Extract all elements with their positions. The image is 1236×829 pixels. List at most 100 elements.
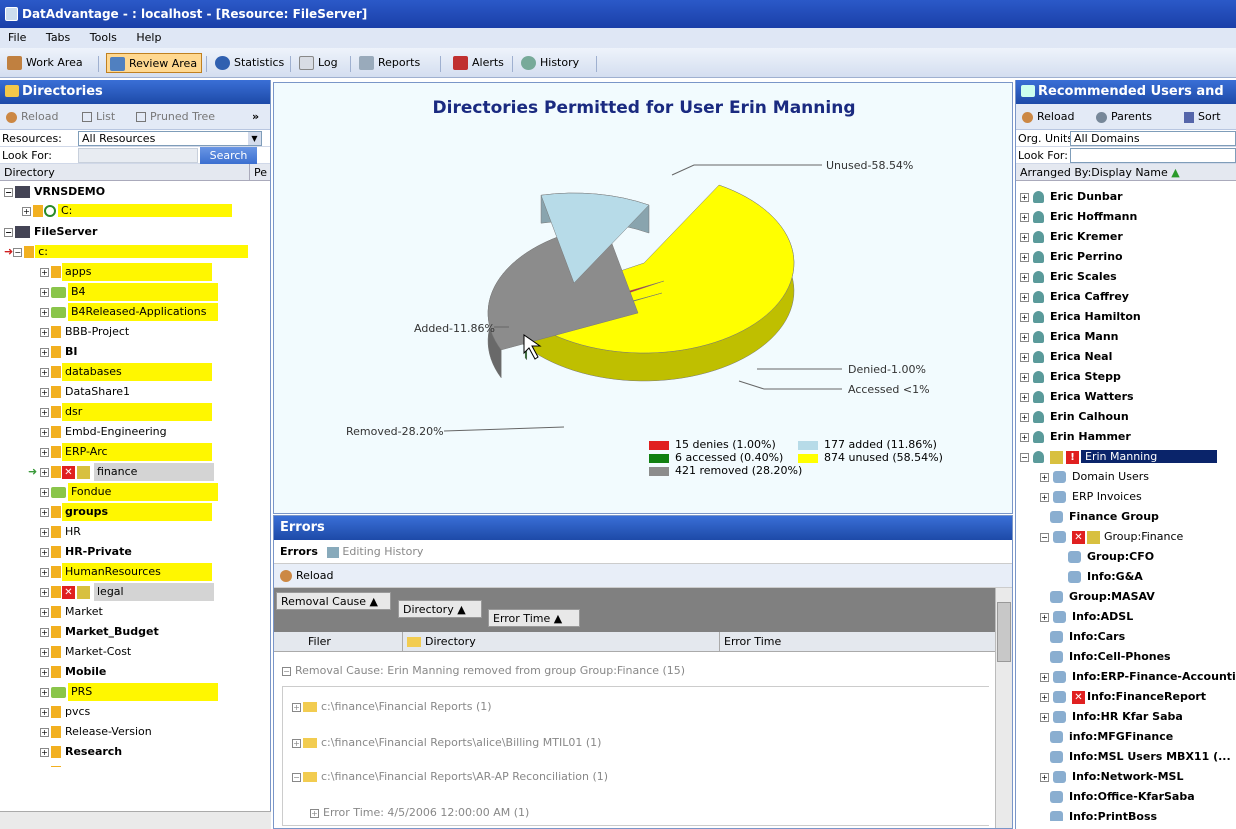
tree-node-erp-arc[interactable]: + ERP-Arc	[40, 443, 212, 461]
group-item[interactable]: + Info:ERP-Finance-Accounting	[1040, 667, 1236, 687]
user-item[interactable]: + Erica Watters	[1020, 387, 1134, 407]
user-item[interactable]: + Eric Scales	[1020, 267, 1117, 287]
recommended-reload-button[interactable]: Reload	[1022, 104, 1074, 130]
user-item[interactable]: + Erica Stepp	[1020, 367, 1121, 387]
directory-column-header[interactable]: Directory Pe	[0, 164, 270, 181]
tree-node-datashare1[interactable]: + DataShare1	[40, 383, 133, 401]
tree-node-vrnsdemo[interactable]: − VRNSDEMO	[4, 183, 105, 201]
selected-user-item[interactable]: −! Erin Manning	[1020, 447, 1218, 467]
col-directory[interactable]: Directory	[402, 632, 476, 652]
group-row-dir-2[interactable]: + c:\finance\Financial Reports\alice\Bill…	[292, 732, 601, 754]
tree-node-market-budget[interactable]: + Market_Budget	[40, 623, 162, 641]
tree-node-fondue[interactable]: + Fondue	[40, 483, 218, 501]
user-item[interactable]: + Eric Hoffmann	[1020, 207, 1137, 227]
group-row-removal[interactable]: − Removal Cause: Erin Manning removed fro…	[282, 660, 685, 682]
tree-node-humanresources[interactable]: + HumanResources	[40, 563, 212, 581]
org-units-select[interactable]: All Domains	[1070, 131, 1236, 146]
tree-node-pvcs[interactable]: + pvcs	[40, 703, 93, 721]
tree-node-release-version[interactable]: + Release-Version	[40, 723, 155, 741]
group-item[interactable]: Finance Group	[1050, 507, 1159, 527]
group-item[interactable]: Info:Cell-Phones	[1050, 647, 1171, 667]
parents-button[interactable]: Parents	[1096, 104, 1152, 130]
user-item[interactable]: + Erica Neal	[1020, 347, 1112, 367]
recommended-look-for-input[interactable]	[1070, 148, 1236, 163]
group-item[interactable]: Info:G&A	[1068, 567, 1143, 587]
tree-node-finance[interactable]: ➜ + ✕ finance	[28, 463, 214, 481]
tree-node-market-cost[interactable]: + Market-Cost	[40, 643, 134, 661]
look-for-input[interactable]	[78, 148, 198, 163]
sort-button[interactable]: Sort	[1184, 104, 1221, 130]
menu-tools[interactable]: Tools	[82, 28, 125, 48]
group-item[interactable]: + Info:HR Kfar Saba	[1040, 707, 1183, 727]
reports-button[interactable]: Reports	[356, 53, 424, 73]
group-item[interactable]: + Info:ADSL	[1040, 607, 1133, 627]
horizontal-scrollbar[interactable]	[0, 811, 271, 829]
tree-node-dsr[interactable]: + dsr	[40, 403, 212, 421]
pruned-tree-button[interactable]: Pruned Tree	[136, 104, 215, 130]
user-item[interactable]: + Eric Perrino	[1020, 247, 1123, 267]
group-row-dir-1[interactable]: + c:\finance\Financial Reports (1)	[292, 696, 492, 718]
group-item[interactable]: + ERP Invoices	[1040, 487, 1142, 507]
group-item[interactable]: Info:MSL Users MBX11 (...	[1050, 747, 1231, 767]
group-item[interactable]: Info:Office-KfarSaba	[1050, 787, 1195, 807]
user-item[interactable]: + Erin Calhoun	[1020, 407, 1129, 427]
group-item[interactable]: + Info:Network-MSL	[1040, 767, 1184, 787]
group-item[interactable]: Group:CFO	[1068, 547, 1154, 567]
work-area-button[interactable]: Work Area	[4, 53, 87, 73]
tree-node-legal[interactable]: + ✕ legal	[40, 583, 214, 601]
group-item[interactable]: Info:Cars	[1050, 627, 1125, 647]
tree-node-b4[interactable]: + B4	[40, 283, 218, 301]
reload-button[interactable]: Reload	[6, 104, 58, 130]
group-error-time[interactable]: Error Time ▲	[488, 609, 580, 627]
more-button[interactable]: »	[252, 104, 259, 130]
group-directory[interactable]: Directory ▲	[398, 600, 482, 618]
group-removal-cause[interactable]: Removal Cause ▲	[276, 592, 391, 610]
tree-node-bi[interactable]: + BI	[40, 343, 80, 361]
menu-tabs[interactable]: Tabs	[38, 28, 78, 48]
tree-node-fs-c[interactable]: ➜− c:	[4, 243, 248, 261]
tree-node-mobile[interactable]: + Mobile	[40, 663, 109, 681]
log-button[interactable]: Log	[296, 53, 342, 73]
user-item[interactable]: + Erin Hammer	[1020, 427, 1131, 447]
tree-node-databases[interactable]: + databases	[40, 363, 212, 381]
group-item[interactable]: Group:MASAV	[1050, 587, 1155, 607]
user-item[interactable]: + Erica Hamilton	[1020, 307, 1141, 327]
group-row-error-time[interactable]: + Error Time: 4/5/2006 12:00:00 AM (1)	[310, 802, 529, 824]
alerts-button[interactable]: Alerts	[450, 53, 508, 73]
review-area-button[interactable]: Review Area	[106, 53, 203, 73]
tree-node-hr[interactable]: + HR	[40, 523, 84, 541]
tree-node-b4released-applications[interactable]: + B4Released-Applications	[40, 303, 218, 321]
tree-node-vrns-c[interactable]: + C:	[22, 202, 233, 220]
col-filer[interactable]: Filer	[308, 632, 331, 652]
tree-node-prs[interactable]: + PRS	[40, 683, 218, 701]
user-item[interactable]: + Eric Kremer	[1020, 227, 1123, 247]
tab-errors[interactable]: Errors	[280, 545, 318, 558]
group-item[interactable]: + Domain Users	[1040, 467, 1149, 487]
search-button[interactable]: Search	[200, 147, 257, 164]
group-item[interactable]: − ✕ Group:Finance	[1040, 527, 1183, 547]
tree-node-embd-engineering[interactable]: + Embd-Engineering	[40, 423, 170, 441]
group-item[interactable]: + ✕ Info:FinanceReport	[1040, 687, 1206, 707]
resources-select[interactable]: All Resources ▼	[78, 131, 262, 146]
menu-file[interactable]: File	[0, 28, 34, 48]
col-error-time[interactable]: Error Time	[719, 632, 781, 652]
tree-node-market[interactable]: + Market	[40, 603, 106, 621]
history-button[interactable]: History	[518, 53, 583, 73]
tree-node-groups[interactable]: + groups	[40, 503, 212, 521]
group-row-dir-3[interactable]: − c:\finance\Financial Reports\AR-AP Reco…	[292, 766, 608, 788]
statistics-button[interactable]: Statistics	[212, 53, 288, 73]
tab-editing-history[interactable]: Editing History	[327, 545, 423, 558]
tree-node-apps[interactable]: + apps	[40, 263, 212, 281]
tree-node-smartcaps[interactable]: +smartcaps	[40, 763, 126, 767]
group-item[interactable]: info:MFGFinance	[1050, 727, 1173, 747]
errors-vertical-scrollbar[interactable]	[995, 588, 1012, 828]
tree-node-hr-private[interactable]: + HR-Private	[40, 543, 135, 561]
tree-node-research[interactable]: + Research	[40, 743, 125, 761]
pe-column-header[interactable]: Pe	[249, 164, 267, 181]
group-item[interactable]: Info:PrintBoss	[1050, 807, 1157, 821]
user-item[interactable]: + Erica Mann	[1020, 327, 1119, 347]
menu-help[interactable]: Help	[128, 28, 169, 48]
arranged-by-header[interactable]: Arranged By:Display Name ▲	[1016, 164, 1236, 181]
tree-node-bbb-project[interactable]: + BBB-Project	[40, 323, 132, 341]
errors-reload-button[interactable]: Reload	[274, 564, 1012, 588]
